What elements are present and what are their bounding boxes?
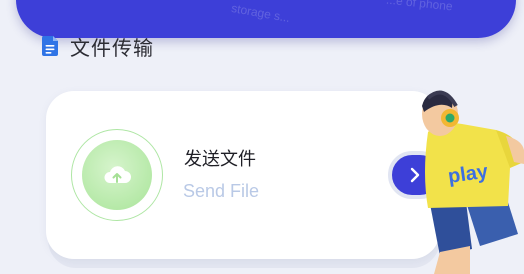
send-file-title: 发送文件 (184, 149, 256, 170)
banner-faint-text: ...e of phone (385, 0, 454, 14)
upload-button[interactable] (82, 140, 152, 210)
cloud-upload-icon (104, 166, 131, 183)
send-file-subtitle: Send File (183, 181, 260, 201)
section-title: 文件传输 (70, 35, 154, 60)
document-icon (42, 36, 58, 56)
mascot-illustration: play (422, 90, 524, 274)
section-header: 文件传输 (42, 33, 154, 60)
banner-faint-text: storage s... (230, 0, 292, 26)
